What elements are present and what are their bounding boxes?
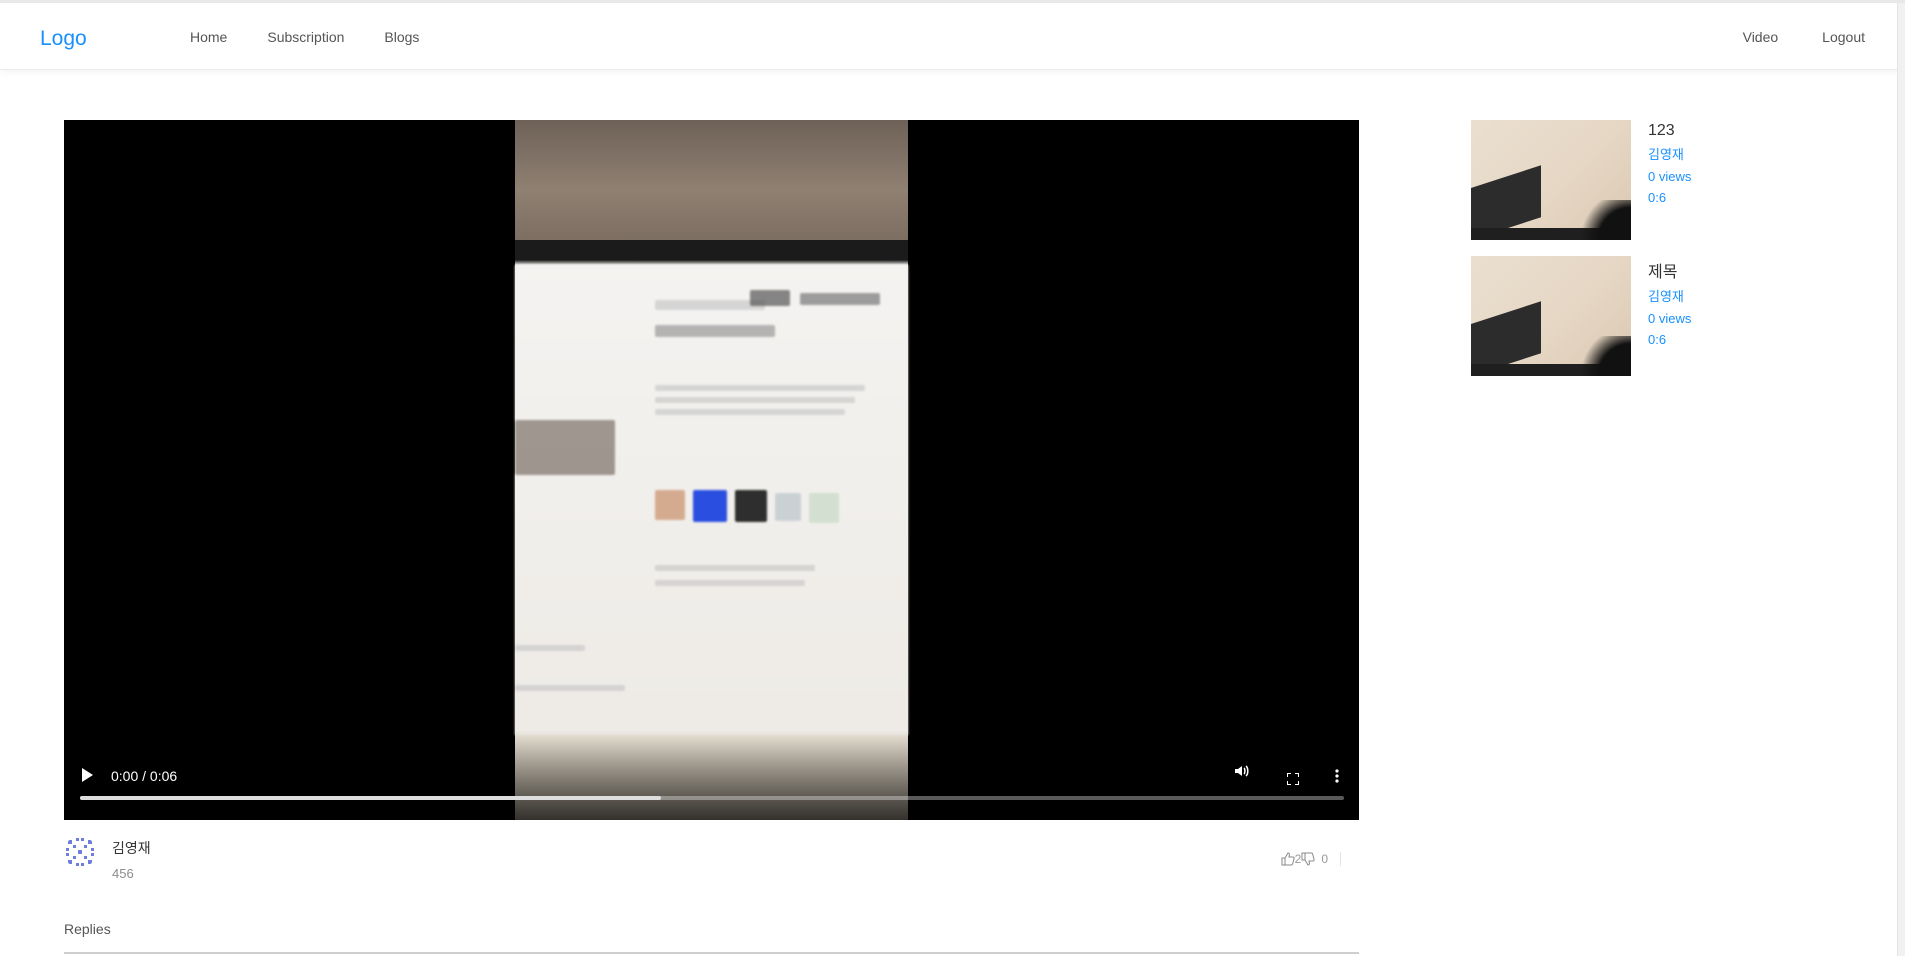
related-video-meta: 123 김영재 0 views 0:6 — [1648, 122, 1691, 211]
video-author-row: 김영재 456 2 0 — [64, 836, 1359, 886]
video-description: 456 — [112, 866, 134, 881]
like-count: 2 — [1294, 852, 1302, 866]
replies-divider — [64, 952, 1359, 954]
related-video-author[interactable]: 김영재 — [1648, 144, 1691, 163]
related-video-title[interactable]: 123 — [1648, 122, 1691, 140]
scrollbar[interactable] — [1897, 3, 1905, 956]
video-frame-screen — [515, 265, 908, 735]
replies-label: Replies — [64, 921, 111, 937]
progress-fill — [80, 796, 662, 800]
nav-video[interactable]: Video — [1743, 29, 1779, 45]
related-video-duration: 0:6 — [1648, 332, 1667, 347]
nav-logout[interactable]: Logout — [1822, 29, 1865, 45]
like-icon[interactable] — [1281, 852, 1295, 866]
related-video-item[interactable]: 123 김영재 0 views 0:6 — [1471, 120, 1871, 242]
player-controls: 0:00 / 0:06 — [64, 730, 1359, 820]
nav-blogs[interactable]: Blogs — [384, 29, 419, 45]
dislike-count: 0 — [1321, 852, 1328, 866]
nav-right: Video Logout — [1699, 29, 1865, 45]
author-name[interactable]: 김영재 — [112, 838, 151, 858]
avatar[interactable] — [64, 836, 96, 868]
video-thumbnail[interactable] — [1471, 256, 1631, 376]
play-icon[interactable] — [82, 768, 93, 782]
top-navigation-bar: Logo Home Subscription Blogs Video Logou… — [0, 0, 1905, 70]
related-video-duration: 0:6 — [1648, 190, 1667, 205]
video-player[interactable]: 0:00 / 0:06 — [64, 120, 1359, 820]
nav-home[interactable]: Home — [190, 29, 227, 45]
nav-subscription[interactable]: Subscription — [267, 29, 344, 45]
related-video-author[interactable]: 김영재 — [1648, 286, 1691, 305]
video-thumbnail[interactable] — [1471, 120, 1631, 240]
more-options-icon[interactable] — [1335, 769, 1339, 784]
related-video-meta: 제목 김영재 0 views 0:6 — [1648, 258, 1691, 353]
dislike-icon[interactable] — [1301, 852, 1315, 866]
reaction-bar: 2 0 — [1281, 852, 1341, 866]
fullscreen-icon[interactable] — [1286, 772, 1300, 786]
logo[interactable]: Logo — [40, 27, 87, 51]
related-video-views: 0 views — [1648, 311, 1692, 326]
related-video-item[interactable]: 제목 김영재 0 views 0:6 — [1471, 256, 1871, 378]
volume-icon[interactable] — [1233, 763, 1249, 784]
progress-bar[interactable] — [80, 796, 1344, 800]
nav-left: Home Subscription Blogs — [190, 29, 459, 45]
related-video-title[interactable]: 제목 — [1648, 258, 1691, 282]
video-frame — [515, 120, 908, 820]
related-video-views: 0 views — [1648, 169, 1692, 184]
reaction-divider — [1340, 852, 1341, 866]
time-display: 0:00 / 0:06 — [111, 768, 178, 784]
